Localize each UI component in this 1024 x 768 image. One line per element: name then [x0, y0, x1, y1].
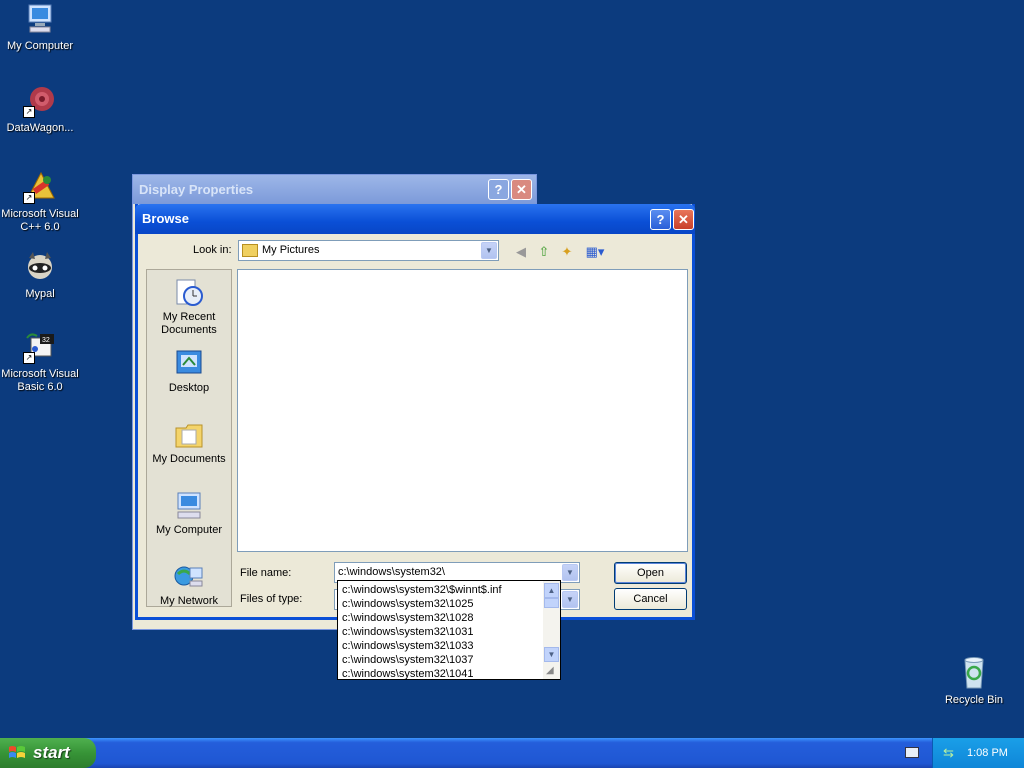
- svg-text:32: 32: [42, 337, 50, 344]
- datawagon-icon: ↗: [23, 84, 57, 118]
- recycle-bin-icon: [957, 656, 991, 690]
- resize-grip-icon[interactable]: ◢: [546, 665, 558, 677]
- desktop-icon-label: Mypal: [25, 288, 55, 300]
- chevron-down-icon[interactable]: ▼: [562, 564, 578, 581]
- desktop-icon-visual-cpp[interactable]: ↗ Microsoft Visual C++ 6.0: [0, 170, 80, 234]
- desktop-icon-mypal[interactable]: Mypal: [0, 250, 80, 301]
- keyboard-icon[interactable]: [905, 747, 919, 758]
- desktop-icon-label: Microsoft Visual C++ 6.0: [1, 208, 79, 233]
- autocomplete-item[interactable]: c:\windows\system32\1033: [338, 639, 560, 653]
- file-list[interactable]: [237, 269, 688, 552]
- visual-basic-icon: 32 ↗: [23, 330, 57, 364]
- browse-titlebar[interactable]: Browse: [135, 204, 695, 234]
- look-in-label: Look in:: [193, 244, 232, 256]
- place-label: My Network: [159, 595, 219, 607]
- look-in-value: My Pictures: [262, 244, 320, 256]
- visual-cpp-icon: ↗: [23, 170, 57, 204]
- desktop-icon-label: Recycle Bin: [944, 694, 1004, 706]
- place-my-recent-documents[interactable]: My Recent Documents: [147, 278, 231, 337]
- autocomplete-item[interactable]: c:\windows\system32\1025: [338, 597, 560, 611]
- desktop-icon-label: DataWagon...: [6, 122, 74, 134]
- autocomplete-scrollbar[interactable]: ▲ ▼ ◢: [543, 581, 560, 679]
- place-label: My Recent Documents: [161, 311, 217, 336]
- desktop-icon-recycle-bin[interactable]: Recycle Bin: [934, 656, 1014, 707]
- autocomplete-item[interactable]: c:\windows\system32\1031: [338, 625, 560, 639]
- view-menu-icon[interactable]: ▦▾: [583, 243, 607, 261]
- scroll-thumb[interactable]: [544, 598, 559, 608]
- my-computer-icon: [173, 491, 205, 521]
- file-name-label: File name:: [240, 567, 292, 579]
- file-name-value: c:\windows\system32\: [338, 566, 445, 578]
- places-bar: My Recent Documents Desktop My Documents…: [146, 269, 232, 607]
- folder-icon: [242, 243, 258, 257]
- close-button[interactable]: ✕: [673, 209, 694, 230]
- place-my-documents[interactable]: My Documents: [147, 420, 231, 466]
- my-network-icon: [173, 562, 205, 592]
- cancel-button[interactable]: Cancel: [614, 588, 687, 610]
- network-tray-icon[interactable]: ⇆: [943, 738, 954, 768]
- look-in-combo[interactable]: My Pictures ▼: [238, 240, 499, 261]
- close-button[interactable]: ✕: [511, 179, 532, 200]
- chevron-down-icon[interactable]: ▼: [481, 242, 497, 259]
- clock[interactable]: 1:08 PM: [967, 738, 1008, 768]
- desktop-icon: [173, 349, 205, 379]
- autocomplete-item[interactable]: c:\windows\system32\$winnt$.inf: [338, 583, 560, 597]
- scroll-up-icon[interactable]: ▲: [544, 583, 559, 598]
- open-button[interactable]: Open: [614, 562, 687, 584]
- up-folder-icon[interactable]: ⇧: [535, 243, 553, 261]
- back-icon[interactable]: ◀: [512, 243, 530, 261]
- autocomplete-dropdown[interactable]: c:\windows\system32\$winnt$.inf c:\windo…: [337, 580, 561, 680]
- place-label: Desktop: [168, 382, 210, 394]
- desktop-icon-visual-basic[interactable]: 32 ↗ Microsoft Visual Basic 6.0: [0, 330, 80, 394]
- system-tray: ⇆ 1:08 PM: [932, 738, 1024, 768]
- chevron-down-icon[interactable]: ▼: [562, 591, 578, 608]
- place-label: My Documents: [152, 453, 226, 465]
- files-of-type-label: Files of type:: [240, 593, 303, 605]
- new-folder-icon[interactable]: ✦: [558, 243, 576, 261]
- desktop-icon-label: My Computer: [6, 40, 74, 52]
- place-my-computer[interactable]: My Computer: [147, 491, 231, 537]
- autocomplete-item[interactable]: c:\windows\system32\1037: [338, 653, 560, 667]
- my-documents-icon: [173, 420, 205, 450]
- display-properties-titlebar[interactable]: Display Properties: [133, 175, 536, 204]
- help-button[interactable]: ?: [650, 209, 671, 230]
- my-computer-icon: [23, 2, 57, 36]
- help-button[interactable]: ?: [488, 179, 509, 200]
- place-label: My Computer: [155, 524, 223, 536]
- taskbar: start ⇆ 1:08 PM: [0, 738, 1024, 768]
- place-my-network[interactable]: My Network: [147, 562, 231, 608]
- start-button[interactable]: start: [0, 738, 96, 768]
- autocomplete-item[interactable]: c:\windows\system32\1041: [338, 667, 560, 679]
- shortcut-arrow-icon: ↗: [23, 192, 35, 204]
- autocomplete-item[interactable]: c:\windows\system32\1028: [338, 611, 560, 625]
- desktop-icon-datawagon[interactable]: ↗ DataWagon...: [0, 84, 80, 135]
- place-desktop[interactable]: Desktop: [147, 349, 231, 395]
- shortcut-arrow-icon: ↗: [23, 106, 35, 118]
- recent-documents-icon: [173, 278, 205, 308]
- window-title: Display Properties: [139, 182, 254, 197]
- desktop-icon-my-computer[interactable]: My Computer: [0, 2, 80, 53]
- scroll-down-icon[interactable]: ▼: [544, 647, 559, 662]
- start-label: start: [33, 743, 70, 762]
- windows-flag-icon: [9, 746, 25, 758]
- dialog-title: Browse: [142, 211, 189, 226]
- shortcut-arrow-icon: ↗: [23, 352, 35, 364]
- desktop-icon-label: Microsoft Visual Basic 6.0: [1, 368, 79, 393]
- mypal-icon: [23, 250, 57, 284]
